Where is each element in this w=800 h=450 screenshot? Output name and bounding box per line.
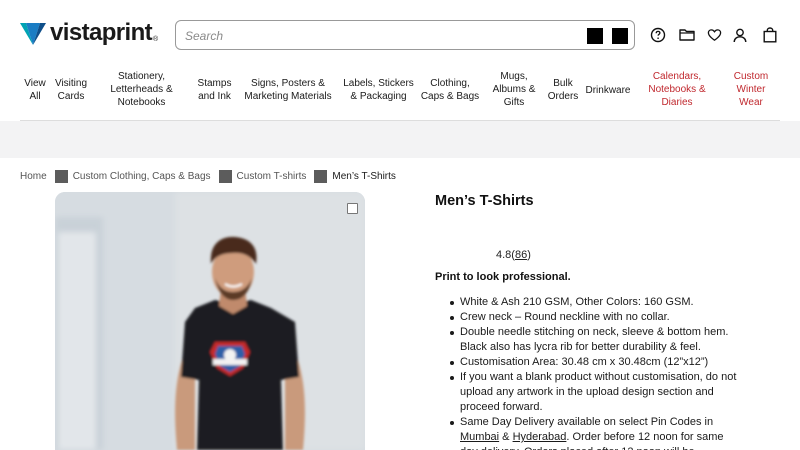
logo-registered-mark: ®	[153, 35, 159, 43]
account-icon[interactable]	[730, 25, 750, 45]
feature-same-day-delivery: Same Day Delivery available on select Pi…	[450, 415, 740, 450]
product-tagline: Print to look professional.	[435, 271, 571, 283]
feature-blank-product: If you want a blank product without cust…	[450, 370, 740, 415]
nav-mugs-gifts[interactable]: Mugs, Albums & Gifts	[488, 70, 540, 109]
nav-visiting-cards[interactable]: Visiting Cards	[50, 77, 92, 103]
search-bar[interactable]	[175, 20, 635, 50]
nav-signs-posters[interactable]: Signs, Posters & Marketing Materials	[242, 77, 334, 103]
nav-drinkware[interactable]: Drinkware	[584, 84, 632, 97]
nav-calendars[interactable]: Calendars, Notebooks & Diaries	[646, 70, 708, 109]
feature-customisation-area: Customisation Area: 30.48 cm x 30.48cm (…	[450, 355, 740, 370]
product-photo	[55, 192, 365, 450]
breadcrumb-current: Men’s T-Shirts	[332, 170, 396, 182]
product-title: Men’s T-Shirts	[435, 193, 534, 209]
logo-text: vistaprint	[50, 19, 153, 46]
nav-bulk-orders[interactable]: Bulk Orders	[546, 77, 580, 103]
heart-icon[interactable]	[704, 25, 724, 45]
breadcrumb-clothing[interactable]: Custom Clothing, Caps & Bags	[73, 171, 211, 182]
feature-stitching: Double needle stitching on neck, sleeve …	[450, 325, 740, 355]
rating-close-paren: )	[527, 249, 531, 261]
nav-clothing[interactable]: Clothing, Caps & Bags	[420, 77, 480, 103]
delivery-amp: &	[499, 431, 513, 443]
breadcrumb-separator-icon	[314, 169, 328, 183]
product-rating: 4.8(86)	[496, 249, 531, 261]
breadcrumb-separator-icon	[54, 169, 68, 183]
search-action-icon[interactable]	[587, 28, 603, 44]
hyderabad-link[interactable]: Hyderabad	[513, 431, 567, 443]
nav-view-all[interactable]: View All	[20, 77, 50, 103]
logo-mark-icon	[20, 23, 46, 45]
promo-banner	[0, 121, 800, 158]
rating-value: 4.8	[496, 249, 512, 261]
help-icon[interactable]	[648, 25, 668, 45]
nav-stationery[interactable]: Stationery, Letterheads & Notebooks	[104, 70, 179, 109]
mumbai-link[interactable]: Mumbai	[460, 431, 499, 443]
breadcrumb-home[interactable]: Home	[20, 171, 47, 182]
search-submit-icon[interactable]	[612, 28, 628, 44]
image-select-checkbox[interactable]	[347, 203, 358, 214]
feature-gsm: White & Ash 210 GSM, Other Colors: 160 G…	[450, 295, 740, 310]
breadcrumb-tshirts[interactable]: Custom T-shirts	[237, 171, 307, 182]
nav-labels-stickers[interactable]: Labels, Stickers & Packaging	[340, 77, 417, 103]
folder-icon[interactable]	[677, 25, 697, 45]
nav-winter-wear[interactable]: Custom Winter Wear	[726, 70, 776, 109]
breadcrumb: Home Custom Clothing, Caps & Bags Custom…	[20, 169, 396, 183]
bag-icon[interactable]	[760, 25, 780, 45]
product-features: White & Ash 210 GSM, Other Colors: 160 G…	[450, 295, 740, 450]
vistaprint-logo[interactable]: vistaprint ®	[20, 19, 159, 46]
search-input[interactable]	[185, 27, 565, 45]
product-image[interactable]	[55, 192, 365, 450]
delivery-text-a: Same Day Delivery available on select Pi…	[460, 416, 714, 428]
feature-neck: Crew neck – Round neckline with no colla…	[450, 310, 740, 325]
rating-count-link[interactable]: 86	[515, 249, 527, 261]
nav-stamps[interactable]: Stamps and Ink	[193, 77, 236, 103]
breadcrumb-separator-icon	[218, 169, 232, 183]
category-nav: View All Visiting Cards Stationery, Letterh…	[0, 66, 800, 120]
